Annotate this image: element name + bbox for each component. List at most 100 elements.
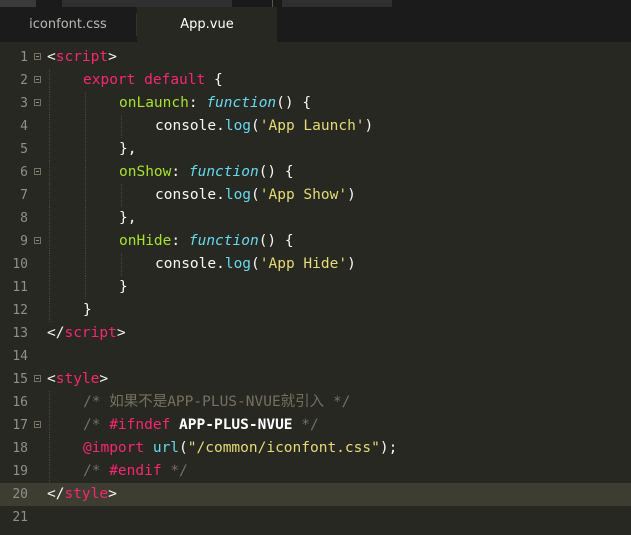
code-line[interactable]: 13 </script> (0, 322, 631, 345)
code-token: console. (155, 256, 225, 272)
fold-toggle-icon[interactable] (34, 168, 41, 175)
code-line[interactable]: 12} (0, 299, 631, 322)
fold-toggle-icon[interactable] (34, 237, 41, 244)
code-text: export default { (83, 69, 223, 92)
fold-toggle-icon[interactable] (34, 421, 41, 428)
code-text: }, (119, 207, 136, 230)
code-token: { (205, 72, 223, 88)
code-text: /* #ifndef APP-PLUS-NVUE */ (83, 414, 319, 437)
indent-guide (85, 92, 86, 115)
code-token: > (108, 486, 117, 502)
code-line[interactable]: 17 /* #ifndef APP-PLUS-NVUE */ (0, 414, 631, 437)
line-number: 6 (20, 165, 28, 180)
code-token: url (152, 440, 180, 456)
code-line[interactable]: 8}, (0, 207, 631, 230)
code-token: "/common/iconfont.css" (187, 440, 380, 456)
code-token: ( (179, 440, 188, 456)
code-line[interactable]: 9 onHide: function() { (0, 230, 631, 253)
code-line[interactable]: 7 console.log('App Show') (0, 184, 631, 207)
code-token: function (188, 233, 259, 249)
indent-guide (49, 230, 50, 253)
indent-guide (85, 161, 86, 184)
line-number: 15 (12, 372, 28, 387)
code-token: ( (251, 187, 260, 203)
indent-guide (121, 253, 122, 276)
indent-guide (121, 184, 122, 207)
fold-toggle-icon[interactable] (34, 53, 41, 60)
indent-guide (49, 69, 50, 92)
indent-guide (85, 138, 86, 161)
code-token: }, (119, 141, 137, 157)
fold-toggle-icon[interactable] (34, 375, 41, 382)
indent-guide (49, 207, 50, 230)
code-token: */ (161, 463, 188, 479)
indent-guide (49, 276, 50, 299)
code-text: }, (119, 138, 136, 161)
indent-guide (49, 253, 50, 276)
code-line[interactable]: 14 (0, 345, 631, 368)
code-text: onLaunch: function() { (119, 92, 311, 115)
code-token: */ (292, 417, 319, 433)
code-token: ) (364, 118, 374, 134)
code-line[interactable]: 3 onLaunch: function() { (0, 92, 631, 115)
code-token: ) (347, 187, 356, 203)
indent-guide (85, 230, 86, 253)
code-line[interactable]: 21 (0, 506, 631, 529)
code-line[interactable]: 16 /* 如果不是APP-PLUS-NVUE就引入 */ (0, 391, 631, 414)
code-text: @import url("/common/iconfont.css"); (83, 437, 397, 460)
fold-toggle-icon[interactable] (34, 76, 41, 83)
code-token: /* 如果不是APP-PLUS-NVUE就引入 */ (83, 394, 351, 410)
code-token: log (224, 256, 252, 272)
code-token: < (47, 371, 56, 387)
code-text: console.log('App Launch') (155, 115, 373, 138)
code-token: function (206, 95, 277, 111)
code-line[interactable]: 2 export default { (0, 69, 631, 92)
line-number: 20 (12, 487, 28, 502)
code-token: 'App Show' (259, 187, 348, 203)
code-line[interactable]: 20 </style> (0, 483, 631, 506)
code-token: onHide (119, 233, 172, 249)
code-token: console. (155, 118, 225, 134)
code-text: </style> (47, 483, 117, 506)
code-line[interactable]: 1 <script> (0, 46, 631, 69)
code-line[interactable]: 5}, (0, 138, 631, 161)
code-text: console.log('App Hide') (155, 253, 356, 276)
code-token: onShow (119, 164, 172, 180)
code-line[interactable]: 6 onShow: function() { (0, 161, 631, 184)
code-line[interactable]: 10 console.log('App Hide') (0, 253, 631, 276)
line-number: 8 (20, 211, 28, 226)
code-token: } (83, 302, 92, 318)
code-text: <script> (47, 46, 117, 69)
code-line[interactable]: 11} (0, 276, 631, 299)
top-strip-segment (0, 0, 36, 7)
code-line[interactable]: 15 <style> (0, 368, 631, 391)
code-token: script (55, 49, 109, 65)
code-line[interactable]: 18 @import url("/common/iconfont.css"); (0, 437, 631, 460)
line-number: 5 (20, 142, 28, 157)
indent-guide (121, 115, 122, 138)
code-token: : (171, 233, 189, 249)
line-number: 14 (12, 349, 28, 364)
code-text: onShow: function() { (119, 161, 294, 184)
line-number: 13 (12, 326, 28, 341)
code-text: /* #endif */ (83, 460, 188, 483)
top-strip (0, 0, 631, 7)
code-token: ); (379, 440, 398, 456)
tab-app-vue[interactable]: App.vue (137, 7, 277, 42)
line-number: 12 (12, 303, 28, 318)
code-editor[interactable]: 1 <script> 2 export default {3 onLaunch: fun… (0, 42, 631, 535)
top-strip-segment (62, 0, 232, 7)
code-token: : (171, 164, 189, 180)
line-number: 19 (12, 464, 28, 479)
tab-iconfont-css[interactable]: iconfont.css (0, 7, 136, 42)
code-token: #endif (109, 463, 162, 479)
indent-guide (49, 414, 50, 437)
fold-toggle-icon[interactable] (34, 99, 41, 106)
code-token: } (119, 279, 128, 295)
code-text: /* 如果不是APP-PLUS-NVUE就引入 */ (83, 391, 350, 414)
indent-guide (49, 92, 50, 115)
tab-bar: iconfont.css App.vue (0, 7, 631, 42)
code-line[interactable]: 19 /* #endif */ (0, 460, 631, 483)
code-line[interactable]: 4 console.log('App Launch') (0, 115, 631, 138)
code-token: () { (258, 164, 294, 180)
